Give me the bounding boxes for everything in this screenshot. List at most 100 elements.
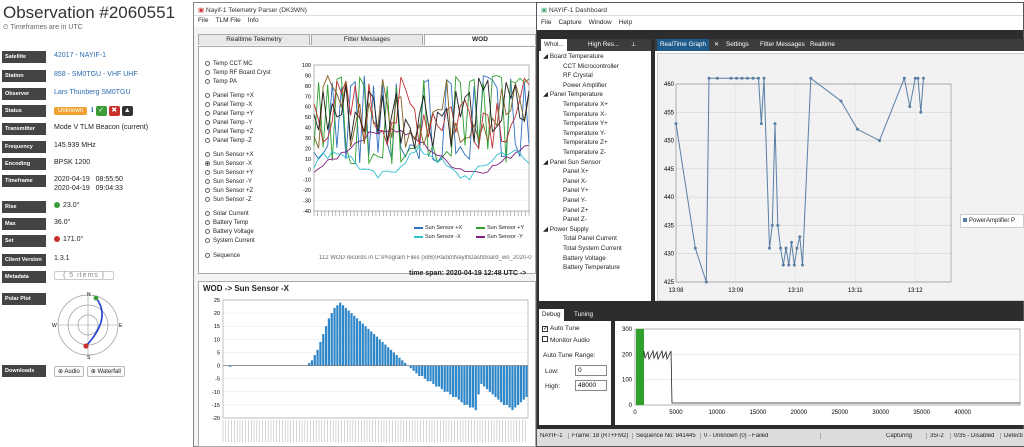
wod-tab-panel: Temp CCT MC Temp RF Board Cryst Temp PA Pan…	[198, 46, 536, 274]
obs-row-client-version: Client Version 1.3.1	[2, 253, 196, 267]
menu-capture[interactable]: Capture	[558, 19, 581, 26]
data-point	[809, 76, 813, 80]
radio-icon	[205, 111, 210, 116]
tree-item[interactable]: Total Panel Current	[563, 235, 617, 242]
field-label: Satellite	[2, 51, 46, 63]
obs-row-station: Station 858 - SM0TGU - VHF UHF	[2, 69, 196, 83]
radio-sun-sensor-y[interactable]: Sun Sensor +Y	[205, 170, 254, 176]
tab-fitter-messages[interactable]: Fitter Messages	[311, 34, 423, 45]
collapse-icon[interactable]: ◢	[543, 53, 548, 60]
tab-wod[interactable]: WOD	[424, 34, 536, 45]
low-input[interactable]	[575, 365, 607, 376]
tuning-marker[interactable]	[636, 329, 644, 405]
tree-item[interactable]: Temperature Y-	[563, 130, 606, 137]
radio-sun-sensor-y[interactable]: Sun Sensor -Y	[205, 179, 252, 185]
obs-row-polar-plot: Polar Plot N E S W	[2, 292, 196, 360]
tree-item[interactable]: Battery Voltage	[563, 255, 606, 262]
value-link[interactable]: Lars Thunberg SM0TGU	[54, 89, 131, 96]
field-label: Frequency	[2, 141, 46, 153]
radio-battery-voltage[interactable]: Battery Voltage	[205, 229, 254, 235]
radio-battery-temp[interactable]: Battery Temp	[205, 220, 248, 226]
tree-item[interactable]: RF Crystal	[563, 72, 593, 79]
radio-temp-cct-mc[interactable]: Temp CCT MC	[205, 61, 253, 67]
radio-panel-temp-y[interactable]: Panel Temp -Y	[205, 120, 252, 126]
auto-tune-checkbox[interactable]: ✓ Auto Tune	[542, 325, 580, 332]
radio-sun-sensor-x[interactable]: Sun Sensor +X	[205, 152, 254, 158]
page-title: Observation #2060551	[3, 3, 176, 22]
value-link[interactable]: 858 - SM0TGU - VHF UHF	[54, 71, 138, 78]
close-icon[interactable]: ✕	[714, 41, 719, 48]
radio-panel-temp-x[interactable]: Panel Temp -X	[205, 102, 252, 108]
radio-sun-sensor-z[interactable]: Sun Sensor -Z	[205, 197, 252, 203]
radio-panel-temp-y[interactable]: Panel Temp +Y	[205, 111, 254, 117]
collapse-icon[interactable]: ◢	[543, 91, 548, 98]
menu-file[interactable]: File	[541, 19, 551, 26]
menu-info[interactable]: Info	[248, 17, 259, 24]
left-tab-1[interactable]: High Res...	[585, 39, 622, 51]
data-point	[787, 263, 791, 267]
tree-item[interactable]: Panel Z-	[563, 216, 587, 223]
radio-panel-temp-z[interactable]: Panel Temp -Z	[205, 138, 252, 144]
check-icon[interactable]: ✓	[95, 106, 107, 116]
tree-item[interactable]: ◢ Power Supply	[543, 226, 589, 233]
realtime-line-chart: 460 455 450 445 440 435 430 425 13:08 13:09 13:10 1…	[664, 76, 952, 294]
radio-temp-pa[interactable]: Temp PA	[205, 79, 237, 85]
bar	[460, 365, 463, 403]
radio-temp-rf-board-cryst[interactable]: Temp RF Board Cryst	[205, 70, 271, 76]
close-icon[interactable]: ✖	[108, 106, 120, 116]
value-link[interactable]: 42017 - NAYIF-1	[54, 52, 106, 59]
radio-panel-temp-z[interactable]: Panel Temp +Z	[205, 129, 253, 135]
tree-item[interactable]: Panel Z+	[563, 207, 588, 214]
tree-item[interactable]: Temperature Z-	[563, 149, 606, 156]
tree-item[interactable]: ◢ Panel Sun Sensor	[543, 159, 601, 166]
parser-menubar: File TLM File Info	[194, 16, 538, 27]
tree-item[interactable]: Panel Y-	[563, 197, 586, 204]
warning-icon[interactable]: ▲	[121, 106, 133, 116]
bar	[389, 349, 393, 366]
tree-item[interactable]: Temperature Z+	[563, 139, 608, 146]
radio-sequence[interactable]: Sequence	[205, 253, 240, 259]
tab-realtime-telemetry[interactable]: Realtime Telemetry	[198, 34, 310, 45]
audio-download-button[interactable]: ⊕ Audio	[54, 366, 84, 377]
data-point	[798, 235, 802, 239]
debug-tab-1[interactable]: Tuning	[571, 309, 596, 321]
pin-icon[interactable]: ⊥	[631, 41, 636, 48]
collapse-icon[interactable]: ◢	[543, 226, 548, 233]
bar	[483, 365, 486, 387]
tree-item[interactable]: Battery Temperature	[563, 264, 620, 271]
tree-item[interactable]: Temperature X-	[563, 111, 606, 118]
left-tab-0[interactable]: Whol...	[541, 39, 567, 51]
radio-sun-sensor-x[interactable]: Sun Sensor -X	[205, 161, 252, 167]
menu-file[interactable]: File	[198, 17, 208, 24]
radio-panel-temp-x[interactable]: Panel Temp +X	[205, 93, 254, 99]
tree-item[interactable]: Panel X-	[563, 178, 587, 185]
high-input[interactable]	[575, 380, 607, 391]
right-tab-0[interactable]: RealTime Graph	[657, 39, 709, 51]
tree-item[interactable]: Temperature Y+	[563, 120, 608, 127]
bar	[341, 305, 345, 366]
menu-tlm-file[interactable]: TLM File	[215, 17, 240, 24]
tree-item[interactable]: Panel X+	[563, 168, 589, 175]
radio-solar-current[interactable]: Solar Current	[205, 211, 249, 217]
y-tick-label: 300	[622, 327, 633, 333]
debug-tab-0[interactable]: Debug	[539, 309, 564, 321]
tree-item[interactable]: ◢ Panel Temperature	[543, 91, 603, 98]
radio-system-current[interactable]: System Current	[205, 238, 255, 244]
monitor-audio-checkbox[interactable]: Monitor Audio	[542, 336, 590, 344]
tree-item[interactable]: Temperature X+	[563, 101, 608, 108]
menu-help[interactable]: Help	[619, 19, 632, 26]
right-tab-1[interactable]: Settings	[723, 39, 752, 51]
right-tab-2[interactable]: Fitter Messages	[757, 39, 808, 51]
waterfall-download-button[interactable]: ⊕ Waterfall	[86, 366, 125, 377]
info-icon[interactable]: ℹ	[91, 107, 94, 114]
tree-item[interactable]: Power Amplifier	[563, 82, 607, 89]
tree-item[interactable]: Total System Current	[563, 245, 622, 252]
collapse-icon[interactable]: ◢	[543, 159, 548, 166]
tree-item[interactable]: Panel Y+	[563, 187, 589, 194]
metadata-toggle[interactable]: { 5 items }	[54, 271, 115, 280]
menu-window[interactable]: Window	[589, 19, 612, 26]
tree-item[interactable]: CCT Microcontroller	[563, 63, 619, 70]
radio-sun-sensor-z[interactable]: Sun Sensor +Z	[205, 188, 253, 194]
tree-item[interactable]: ◢ Board Temperature	[543, 53, 604, 60]
right-tab-3[interactable]: Realtime	[807, 39, 838, 51]
